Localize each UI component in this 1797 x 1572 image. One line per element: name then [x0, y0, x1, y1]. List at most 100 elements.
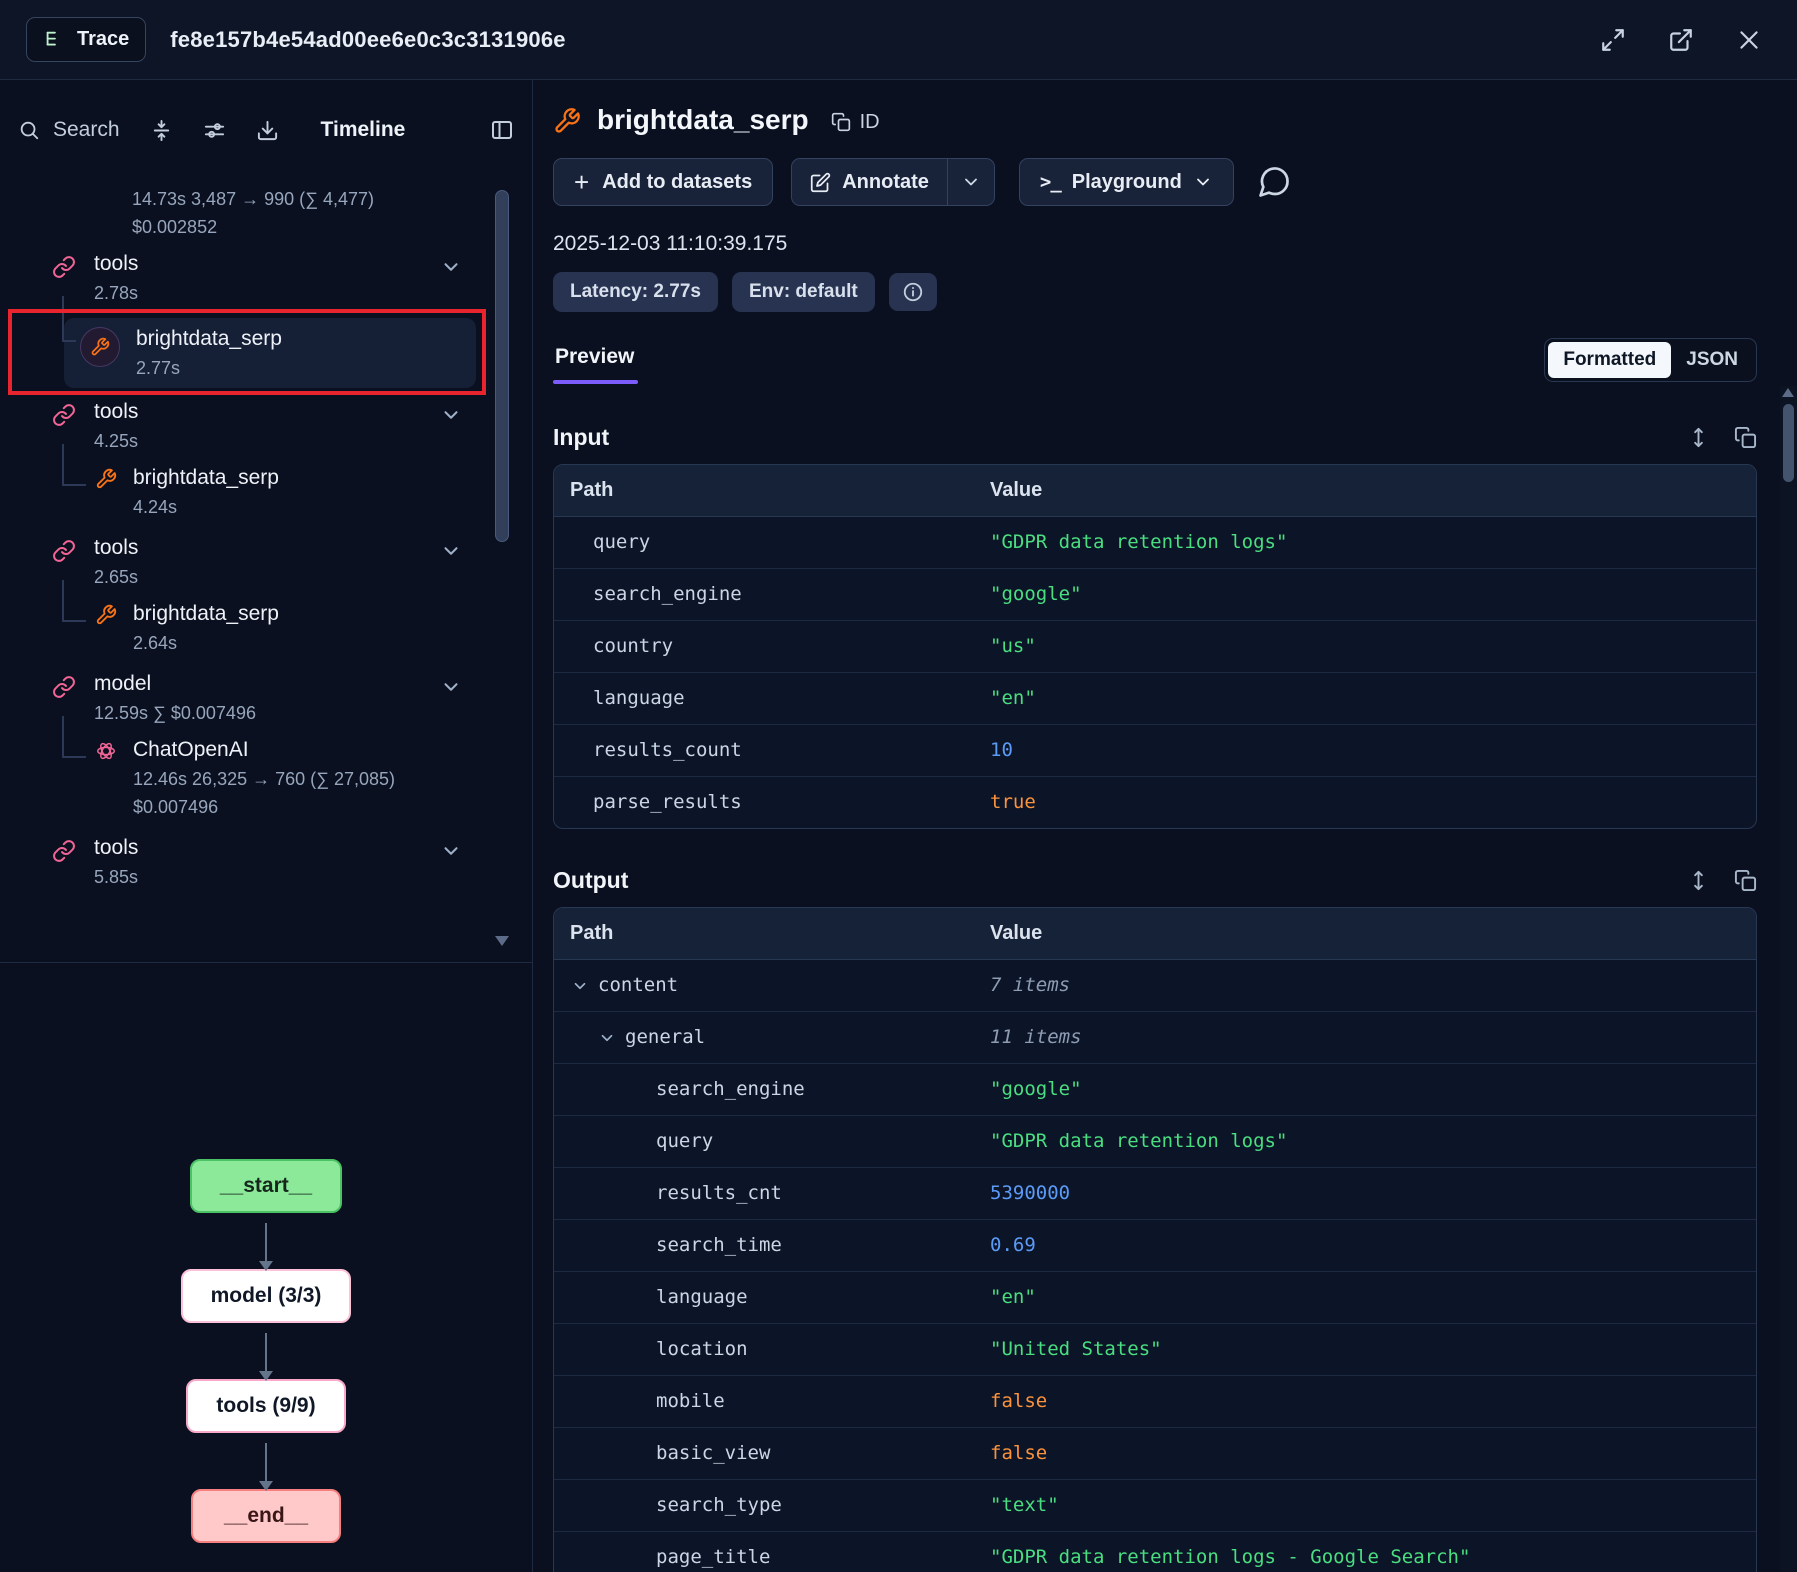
json-toggle[interactable]: JSON	[1671, 342, 1753, 378]
run-cost: $0.002852	[132, 217, 532, 238]
filter-settings-icon[interactable]	[203, 119, 226, 142]
collapse-all-icon[interactable]	[150, 119, 173, 142]
chain-link-icon	[52, 675, 76, 699]
playground-button[interactable]: >_ Playground	[1019, 158, 1234, 206]
row-path: search_type	[554, 1480, 974, 1531]
row-value: "google"	[974, 569, 1756, 620]
table-row[interactable]: results_count10	[554, 725, 1756, 777]
feedback-chat-button[interactable]	[1256, 164, 1292, 200]
scrollbar-up-arrow[interactable]	[1782, 388, 1794, 397]
download-icon[interactable]	[256, 119, 279, 142]
row-value: 10	[974, 725, 1756, 776]
table-row[interactable]: search_time0.69	[554, 1220, 1756, 1272]
run-metrics: 14.73s 3,487 → 990 (∑ 4,477)	[132, 189, 532, 210]
table-row[interactable]: search_engine"google"	[554, 1064, 1756, 1116]
tree-item-model[interactable]: model 12.59s ∑ $0.007496	[0, 666, 532, 728]
graph-node-model[interactable]: model (3/3)	[181, 1269, 352, 1323]
tree-group: model 12.59s ∑ $0.007496 ChatOpenAI 12.4…	[0, 666, 532, 824]
graph-node-tools[interactable]: tools (9/9)	[186, 1379, 345, 1433]
table-row[interactable]: query"GDPR data retention logs"	[554, 1116, 1756, 1168]
chevron-down-icon[interactable]	[571, 977, 589, 995]
expand-rows-icon[interactable]	[1687, 869, 1710, 892]
tree-item-tools-3[interactable]: tools 2.65s	[0, 530, 532, 592]
table-row[interactable]: query"GDPR data retention logs"	[554, 517, 1756, 569]
tree-item-metrics: 12.59s ∑ $0.007496	[94, 703, 256, 724]
copy-icon[interactable]	[1734, 426, 1757, 449]
timeline-toggle[interactable]: Timeline	[321, 118, 406, 142]
open-external-button[interactable]	[1659, 18, 1703, 62]
chevron-down-icon[interactable]	[440, 540, 462, 562]
scrollbar-down-arrow[interactable]	[495, 936, 509, 946]
tree-item-tools-4[interactable]: tools 5.85s	[0, 830, 532, 892]
info-badge[interactable]	[889, 273, 937, 311]
table-row[interactable]: search_engine"google"	[554, 569, 1756, 621]
row-path: results_count	[554, 725, 974, 776]
table-row[interactable]: content7 items	[554, 960, 1756, 1012]
table-row[interactable]: language"en"	[554, 673, 1756, 725]
tab-preview[interactable]: Preview	[553, 345, 638, 384]
annotate-split-button: Annotate	[791, 158, 995, 206]
row-path: search_engine	[554, 1064, 974, 1115]
chevron-down-icon[interactable]	[440, 840, 462, 862]
table-row[interactable]: search_type"text"	[554, 1480, 1756, 1532]
chevron-down-icon[interactable]	[440, 404, 462, 426]
tree-group: tools 5.85s	[0, 830, 532, 892]
tree-scrollbar[interactable]	[494, 180, 510, 946]
tree-item-tools-1[interactable]: tools 2.78s	[0, 246, 532, 308]
table-row[interactable]: general11 items	[554, 1012, 1756, 1064]
tree-group: tools 2.65s brightdata_serp 2.64s	[0, 530, 532, 660]
value-column-header: Value	[974, 908, 1756, 959]
tree-item-brightdata-serp-3[interactable]: brightdata_serp 2.64s	[0, 596, 532, 660]
add-to-datasets-button[interactable]: + Add to datasets	[553, 158, 773, 206]
close-button[interactable]	[1727, 18, 1771, 62]
table-row[interactable]: basic_viewfalse	[554, 1428, 1756, 1480]
table-row[interactable]: country"us"	[554, 621, 1756, 673]
row-path: general	[554, 1012, 974, 1063]
row-path: page_title	[554, 1532, 974, 1572]
table-row[interactable]: parse_resultstrue	[554, 777, 1756, 828]
table-row[interactable]: location"United States"	[554, 1324, 1756, 1376]
run-detail-panel: brightdata_serp ID + Add to datasets Ann…	[533, 80, 1797, 1572]
trace-badge[interactable]: Trace	[26, 17, 146, 62]
playground-label: Playground	[1072, 171, 1182, 194]
tree-item-brightdata-serp-selected[interactable]: brightdata_serp 2.77s	[64, 318, 476, 388]
tree-item-text: tools 5.85s	[94, 836, 138, 888]
copy-icon[interactable]	[1734, 869, 1757, 892]
main-scrollbar[interactable]	[1780, 386, 1797, 1572]
maximize-icon	[1600, 27, 1626, 53]
external-link-icon	[1668, 27, 1694, 53]
table-row[interactable]: mobilefalse	[554, 1376, 1756, 1428]
chevron-down-icon[interactable]	[440, 256, 462, 278]
run-graph: __start__ model (3/3) tools (9/9) __end_…	[0, 962, 532, 1572]
collapse-panel-icon[interactable]	[490, 118, 514, 142]
tree-item-text: tools 2.65s	[94, 536, 138, 588]
formatted-toggle[interactable]: Formatted	[1548, 342, 1671, 378]
trace-sidebar: Search Timeline 14.73s 3,487 → 990 (∑ 4,…	[0, 80, 533, 1572]
tree-item-brightdata-serp-2[interactable]: brightdata_serp 4.24s	[0, 460, 532, 524]
tree-item-chatopenai[interactable]: ChatOpenAI 12.46s 26,325 → 760 (∑ 27,085…	[0, 732, 532, 824]
tree-item-duration: 2.64s	[133, 633, 279, 654]
tree-item-duration: 2.78s	[94, 283, 138, 304]
search-input[interactable]: Search	[18, 118, 120, 142]
graph-node-start[interactable]: __start__	[190, 1159, 342, 1213]
row-path: query	[554, 1116, 974, 1167]
chevron-down-icon[interactable]	[440, 676, 462, 698]
tree-item-label: brightdata_serp	[133, 466, 279, 490]
tree-item-tools-2[interactable]: tools 4.25s	[0, 394, 532, 456]
chain-link-icon	[52, 403, 76, 427]
annotate-button[interactable]: Annotate	[792, 159, 947, 205]
expand-rows-icon[interactable]	[1687, 426, 1710, 449]
run-title: brightdata_serp	[597, 104, 809, 136]
table-row[interactable]: results_cnt5390000	[554, 1168, 1756, 1220]
output-table: Path Value content7 itemsgeneral11 items…	[553, 907, 1757, 1572]
output-title: Output	[553, 867, 628, 894]
table-row[interactable]: language"en"	[554, 1272, 1756, 1324]
annotate-dropdown-button[interactable]	[947, 159, 994, 205]
scrollbar-thumb[interactable]	[495, 190, 509, 542]
chevron-down-icon[interactable]	[598, 1029, 616, 1047]
maximize-button[interactable]	[1591, 18, 1635, 62]
graph-node-end[interactable]: __end__	[191, 1489, 341, 1543]
copy-id-button[interactable]: ID	[831, 111, 880, 134]
scrollbar-thumb[interactable]	[1783, 404, 1794, 482]
table-row[interactable]: page_title"GDPR data retention logs - Go…	[554, 1532, 1756, 1572]
